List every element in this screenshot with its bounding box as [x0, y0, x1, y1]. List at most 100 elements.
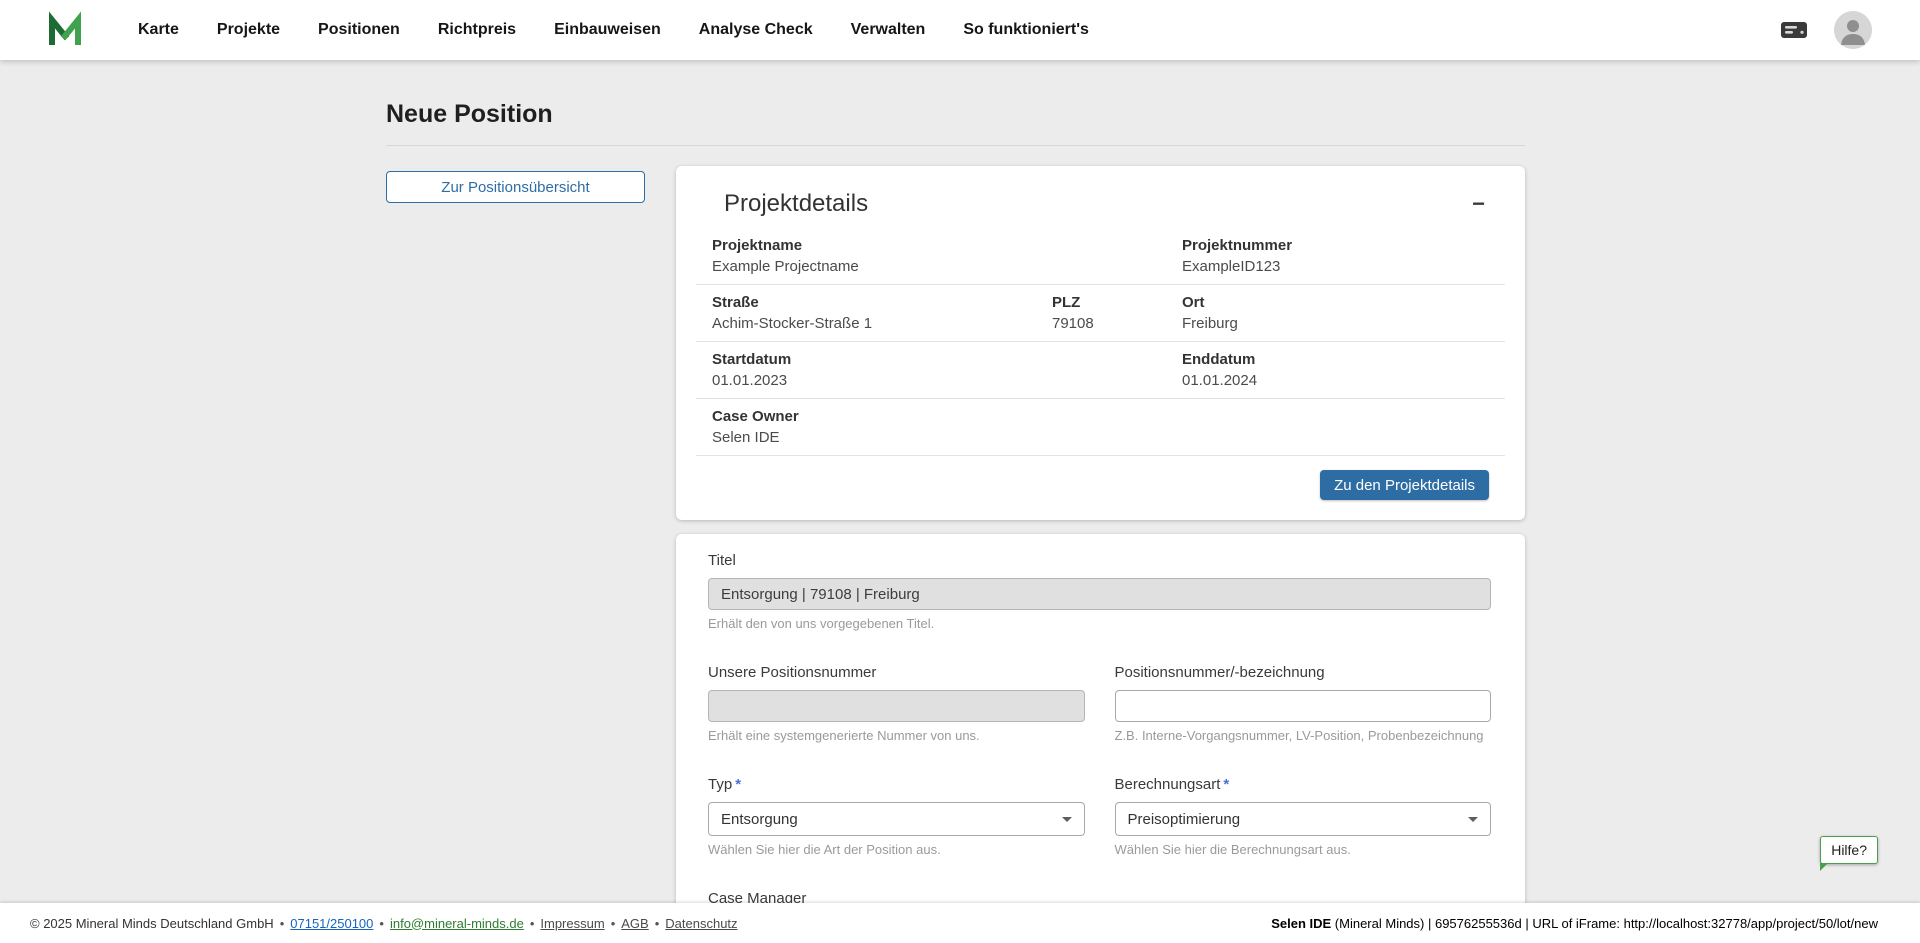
left-column: Zur Positionsübersicht: [386, 166, 645, 203]
separator: •: [611, 916, 616, 931]
field-value: 01.01.2023: [712, 371, 1150, 390]
person-icon: [1834, 11, 1872, 49]
main-nav: Karte Projekte Positionen Richtpreis Ein…: [138, 21, 1780, 39]
email-link[interactable]: info@mineral-minds.de: [390, 916, 524, 931]
separator: •: [379, 916, 384, 931]
field-value: Freiburg: [1182, 314, 1489, 333]
unsere-positionsnummer-input: [708, 690, 1085, 722]
right-column: Projektdetails − Projektname Example Pro…: [676, 166, 1525, 943]
separator: •: [280, 916, 285, 931]
footer-user-name: Selen IDE: [1271, 916, 1331, 931]
separator: •: [530, 916, 535, 931]
field-plz: PLZ 79108: [1036, 285, 1166, 341]
field-label: PLZ: [1052, 293, 1150, 312]
titel-input: [708, 578, 1491, 610]
footer: © 2025 Mineral Minds Deutschland GmbH • …: [0, 903, 1920, 943]
go-to-project-details-button[interactable]: Zu den Projektdetails: [1320, 470, 1489, 500]
typ-label-text: Typ: [708, 776, 732, 793]
field-value: 01.01.2024: [1182, 371, 1489, 390]
field-ort: Ort Freiburg: [1166, 285, 1505, 341]
agb-link[interactable]: AGB: [621, 916, 648, 931]
logo-m-icon: [45, 10, 85, 50]
nav-item-positionen[interactable]: Positionen: [318, 21, 400, 39]
page-content: Neue Position Zur Positionsübersicht Pro…: [386, 60, 1525, 943]
typ-field-group: Typ* Entsorgung Wählen Sie hier die Art …: [708, 776, 1085, 858]
field-startdatum: Startdatum 01.01.2023: [696, 342, 1166, 398]
nav-item-projekte[interactable]: Projekte: [217, 21, 280, 39]
titel-field-group: Titel Erhält den von uns vorgegebenen Ti…: [708, 552, 1491, 632]
typ-label: Typ*: [708, 776, 1085, 794]
unsere-positionsnummer-label: Unsere Positionsnummer: [708, 664, 1085, 682]
typ-select[interactable]: Entsorgung: [708, 802, 1085, 836]
berechnungsart-selected-value: Preisoptimierung: [1128, 811, 1241, 828]
footer-session-info: Selen IDE (Mineral Minds) | 69576255536d…: [1271, 916, 1878, 931]
field-label: Straße: [712, 293, 1020, 312]
table-row: Startdatum 01.01.2023 Enddatum 01.01.202…: [696, 342, 1505, 399]
unsere-positionsnummer-field-group: Unsere Positionsnummer Erhält eine syste…: [708, 664, 1085, 744]
field-value: Achim-Stocker-Straße 1: [712, 314, 1020, 333]
typ-helper-text: Wählen Sie hier die Art der Position aus…: [708, 842, 1085, 858]
table-row: Straße Achim-Stocker-Straße 1 PLZ 79108 …: [696, 285, 1505, 342]
titel-helper-text: Erhält den von uns vorgegebenen Titel.: [708, 616, 1491, 632]
positionsnummer-helper-text: Z.B. Interne-Vorgangsnummer, LV-Position…: [1115, 728, 1492, 744]
positionsnummer-input[interactable]: [1115, 690, 1492, 722]
phone-link[interactable]: 07151/250100: [290, 916, 373, 931]
separator: •: [655, 916, 660, 931]
top-navigation-bar: Karte Projekte Positionen Richtpreis Ein…: [0, 0, 1920, 60]
field-value: Example Projectname: [712, 257, 1150, 276]
footer-session-text: (Mineral Minds) | 69576255536d | URL of …: [1331, 916, 1878, 931]
mineral-minds-logo[interactable]: [44, 9, 86, 51]
field-label: Projektname: [712, 236, 1150, 255]
positionsnummer-field-group: Positionsnummer/-bezeichnung Z.B. Intern…: [1115, 664, 1492, 744]
field-enddatum: Enddatum 01.01.2024: [1166, 342, 1505, 398]
table-row: Projektname Example Projectname Projektn…: [696, 228, 1505, 285]
server-icon[interactable]: [1780, 19, 1808, 41]
required-asterisk: *: [735, 776, 741, 793]
typ-selected-value: Entsorgung: [721, 811, 798, 828]
project-details-card: Projektdetails − Projektname Example Pro…: [676, 166, 1525, 520]
berechnungsart-label-text: Berechnungsart: [1115, 776, 1221, 793]
project-details-title: Projektdetails: [724, 190, 868, 218]
chevron-down-icon: [1468, 817, 1478, 822]
required-asterisk: *: [1223, 776, 1229, 793]
field-value: 79108: [1052, 314, 1150, 333]
nav-item-karte[interactable]: Karte: [138, 21, 179, 39]
berechnungsart-select[interactable]: Preisoptimierung: [1115, 802, 1492, 836]
user-avatar[interactable]: [1834, 11, 1872, 49]
field-label: Enddatum: [1182, 350, 1489, 369]
nav-item-so-funktionierts[interactable]: So funktioniert's: [963, 21, 1089, 39]
impressum-link[interactable]: Impressum: [540, 916, 604, 931]
topbar-right-icons: [1780, 11, 1872, 49]
field-projektnummer: Projektnummer ExampleID123: [1166, 228, 1505, 284]
field-value: Selen IDE: [712, 428, 1489, 447]
nav-item-verwalten[interactable]: Verwalten: [851, 21, 926, 39]
positionsnummer-label: Positionsnummer/-bezeichnung: [1115, 664, 1492, 682]
collapse-icon[interactable]: −: [1472, 190, 1485, 218]
help-button[interactable]: Hilfe?: [1820, 836, 1878, 864]
berechnungsart-helper-text: Wählen Sie hier die Berechnungsart aus.: [1115, 842, 1492, 858]
field-case-owner: Case Owner Selen IDE: [696, 399, 1505, 455]
nav-item-analyse-check[interactable]: Analyse Check: [699, 21, 813, 39]
field-label: Startdatum: [712, 350, 1150, 369]
chevron-down-icon: [1062, 817, 1072, 822]
field-label: Projektnummer: [1182, 236, 1489, 255]
project-details-table: Projektname Example Projectname Projektn…: [696, 228, 1505, 456]
field-label: Case Owner: [712, 407, 1489, 426]
field-value: ExampleID123: [1182, 257, 1489, 276]
table-row: Case Owner Selen IDE: [696, 399, 1505, 456]
field-label: Ort: [1182, 293, 1489, 312]
back-to-positions-button[interactable]: Zur Positionsübersicht: [386, 171, 645, 203]
nav-item-richtpreis[interactable]: Richtpreis: [438, 21, 516, 39]
nav-item-einbauweisen[interactable]: Einbauweisen: [554, 21, 661, 39]
field-projektname: Projektname Example Projectname: [696, 228, 1166, 284]
unsere-positionsnummer-helper-text: Erhält eine systemgenerierte Nummer von …: [708, 728, 1085, 744]
page-title: Neue Position: [386, 100, 1525, 129]
copyright-text: © 2025 Mineral Minds Deutschland GmbH: [30, 916, 274, 931]
datenschutz-link[interactable]: Datenschutz: [665, 916, 737, 931]
berechnungsart-label: Berechnungsart*: [1115, 776, 1492, 794]
page-header: Neue Position: [386, 60, 1525, 146]
field-strasse: Straße Achim-Stocker-Straße 1: [696, 285, 1036, 341]
titel-label: Titel: [708, 552, 1491, 570]
new-position-form-card: Titel Erhält den von uns vorgegebenen Ti…: [676, 534, 1525, 943]
berechnungsart-field-group: Berechnungsart* Preisoptimierung Wählen …: [1115, 776, 1492, 858]
